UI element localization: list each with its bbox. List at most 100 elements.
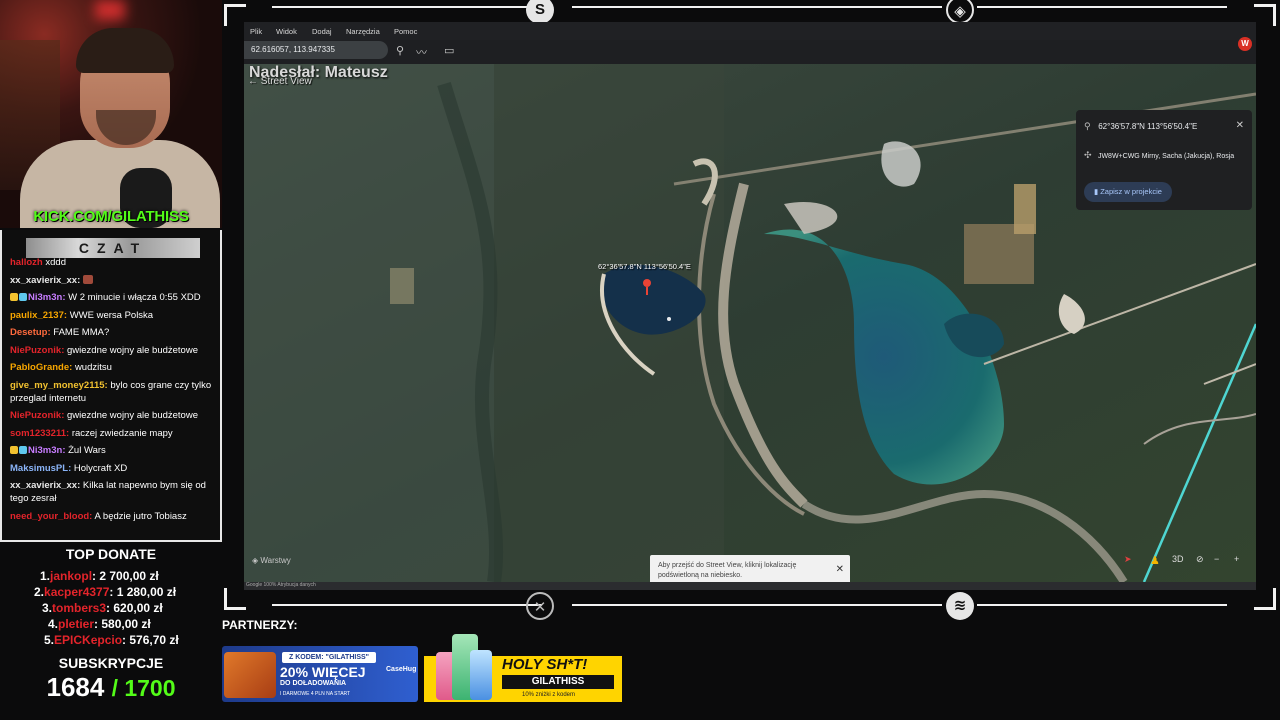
tilt-icon[interactable]: ⊘ [1196,554,1204,565]
holy-banner[interactable]: HOLY SH*T! GILATHISS 10% zniżki z kodem [424,634,622,704]
donate-amount: : 620,00 zł [106,601,163,615]
chat-username[interactable]: NiePuzonik: [10,410,64,421]
chat-message: give_my_money2115: bylo cos grane czy ty… [10,379,216,405]
frame-corner [1254,4,1276,26]
donor-name: kacper4377 [44,585,110,599]
crown-badge-icon [10,293,18,301]
street-view-label: Street View [260,76,312,87]
location-info-card: ⚲ 62°36'57.8"N 113°56'50.4"E ✕ ✣ JW8W+CW… [1076,110,1252,210]
donate-amount: : 576,70 zł [122,633,179,647]
chat-text: FAME MMA? [53,327,110,338]
crown-badge-icon [10,446,18,454]
chat-message: Ni3m3n: W 2 minucie i włącza 0:55 XDD [10,291,216,304]
pin-icon[interactable]: ⚲ [396,44,404,57]
path-icon[interactable]: 〰 [416,44,427,60]
chat-text: Żul Wars [68,445,106,456]
casehug-offer: 20% WIĘCEJ [280,664,366,680]
account-avatar[interactable]: W [1238,37,1252,51]
zoom-out-icon[interactable]: − [1214,554,1219,564]
chat-username[interactable]: PabloGrande: [10,362,72,373]
donate-row: 2.kacper4377: 1 280,00 zł [34,584,220,600]
chat-message: Ni3m3n: Żul Wars [10,444,216,457]
chat-panel: CZAT hallozh xddd xx_xavierix_xx: Ni3m3n:… [0,230,222,542]
frame-emblem-icon: ✕ [526,592,554,620]
info-plus-code: ✣ JW8W+CWG Mirny, Sacha (Jakucja), Rosja [1084,150,1234,161]
chat-message: som1233211: raczej zwiedzanie mapy [10,427,216,440]
compass-icon[interactable]: ➤ [1124,554,1132,565]
sub-badge-icon [19,293,27,301]
chat-username[interactable]: xx_xavierix_xx: [10,480,80,491]
chat-message: NiePuzonik: gwiezdne wojny ale budżetowe [10,344,216,357]
chat-username[interactable]: Ni3m3n: [28,445,65,456]
chat-text: gwiezdne wojny ale budżetowe [67,344,198,356]
chat-title: CZAT [26,238,200,258]
chat-message: xx_xavierix_xx: Kilka lat napewno bym si… [10,479,216,505]
donate-rank: 4. [48,617,59,631]
subscriptions-goal: / 1700 [111,675,176,701]
chat-username[interactable]: paulix_2137: [10,310,67,321]
ruler-icon[interactable]: ▭ [444,44,454,57]
chat-message: NiePuzonik: gwiezdne wojny ale budżetowe [10,409,216,422]
pin-coordinates-label: 62°36'57.8"N 113°56'50.4"E [598,262,691,271]
save-to-project-button[interactable]: ▮ Zapisz w projekcie [1084,182,1172,202]
chat-username[interactable]: xx_xavierix_xx: [10,275,80,286]
chat-username[interactable]: Desetup: [10,327,51,338]
chat-username[interactable]: hallozh [10,257,43,268]
product-can-image [470,650,492,700]
frame-logo-icon: S [526,0,554,24]
chat-text: xddd [45,257,66,268]
emote-icon [82,274,93,284]
holy-headline: HOLY SH*T! [502,656,588,673]
chat-message: Desetup: FAME MMA? [10,326,216,339]
pegman-icon[interactable]: ♟ [1150,554,1160,567]
menu-add[interactable]: Dodaj [312,27,332,36]
donor-name: tombers3 [52,601,107,615]
chat-username[interactable]: MaksimusPL: [10,463,71,474]
frame-bottom-line [572,604,942,606]
chat-message: need_your_blood: A będzie jutro Tobiasz [10,510,216,523]
frame-bottom-line [272,604,542,606]
chat-message: MaksimusPL: Holycraft XD [10,462,216,475]
chat-text: wudzitsu [74,362,112,373]
webcam-feed [0,0,222,228]
chat-text: W 2 minucie i włącza 0:55 XDD [68,292,201,303]
location-pin-icon: ⚲ [1084,121,1091,131]
donate-amount: : 580,00 zł [94,617,151,631]
treasure-chest-image [224,652,276,698]
menu-help[interactable]: Pomoc [394,27,417,36]
frame-top-line [272,6,542,8]
donate-rank: 3. [42,601,53,615]
zoom-in-icon[interactable]: + [1234,554,1239,564]
menu-view[interactable]: Widok [276,27,297,36]
donor-name: EPICKepcio [54,633,123,647]
donate-row: 4.pletier: 580,00 zł [48,616,220,632]
close-icon[interactable]: ✕ [1236,120,1244,131]
info-coordinates-text: 62°36'57.8"N 113°56'50.4"E [1098,122,1198,131]
chat-username[interactable]: som1233211: [10,428,69,439]
chat-username[interactable]: give_my_money2115: [10,380,108,391]
layers-button[interactable]: ◈ Warstwy [252,556,291,565]
casehug-banner[interactable]: Z KODEM: "GILATHISS" 20% WIĘCEJ DO DOŁAD… [222,646,418,702]
donate-row: 3.tombers3: 620,00 zł [42,600,220,616]
view-mode-3d[interactable]: 3D [1172,554,1184,564]
tip-close-icon[interactable]: ✕ [836,565,844,575]
chat-text: Holycraft XD [73,462,128,474]
menu-tools[interactable]: Narzędzia [346,27,380,36]
info-coordinates: ⚲ 62°36'57.8"N 113°56'50.4"E [1084,121,1197,132]
menu-file[interactable]: Plik [250,27,262,36]
frame-logo-icon: ≋ [946,592,974,620]
frame-top-line [572,6,942,8]
chat-message: paulix_2137: WWE wersa Polska [10,309,216,322]
layers-label: Warstwy [260,556,291,565]
chat-username[interactable]: Ni3m3n: [28,292,65,303]
holy-discount: 10% zniżki z kodem [522,692,576,698]
chat-message: PabloGrande: wudzitsu [10,361,216,374]
chat-message: xx_xavierix_xx: [10,274,216,287]
chat-username[interactable]: NiePuzonik: [10,345,64,356]
red-lamp [95,0,125,20]
chat-text: A będzie jutro Tobiasz [94,510,187,522]
chat-username[interactable]: need_your_blood: [10,511,92,522]
menu-bar: Plik Widok Dodaj Narzędzia Pomoc [244,22,1256,40]
search-input[interactable]: 62.616057, 113.947335 [244,41,388,59]
street-view-back[interactable]: ← Street View [248,76,312,87]
